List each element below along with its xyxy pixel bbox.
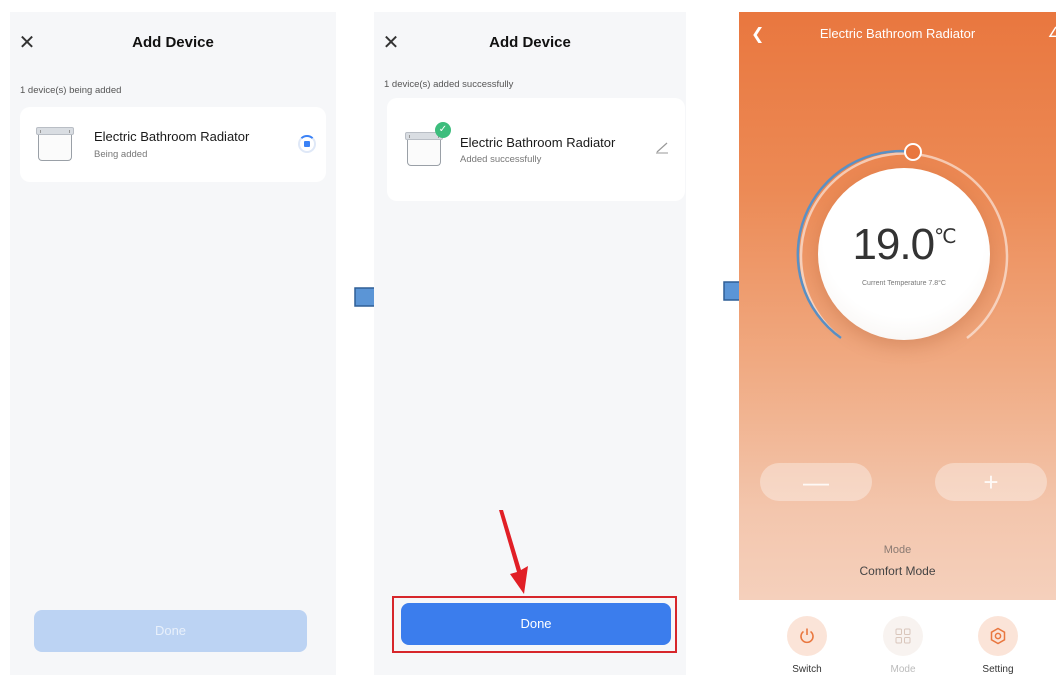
setting-label: Setting <box>982 664 1014 675</box>
set-temperature: 19.0℃ <box>852 220 956 269</box>
device-name: Electric Bathroom Radiator <box>94 129 250 144</box>
device-card[interactable]: ✓ Electric Bathroom Radiator Added succe… <box>387 98 685 201</box>
device-title: Electric Bathroom Radiator <box>819 26 976 41</box>
add-device-screen-adding: ✕ Add Device 1 device(s) being added Ele… <box>10 12 336 675</box>
mode-button[interactable]: Mode <box>873 616 933 675</box>
mode-bar-label: Mode <box>890 664 916 675</box>
decrease-button[interactable]: — <box>760 463 872 501</box>
power-icon <box>787 616 827 656</box>
setting-button[interactable]: Setting <box>968 616 1028 675</box>
mode-label: Mode <box>883 544 912 556</box>
edit-pencil-icon[interactable] <box>655 140 671 156</box>
device-name: Electric Bathroom Radiator <box>460 135 616 150</box>
dial-handle[interactable] <box>904 143 922 161</box>
gear-icon <box>978 616 1018 656</box>
device-status: Being added <box>94 149 148 160</box>
dial-face: 19.0℃ Current Temperature 7.8°C <box>818 168 990 340</box>
grid-icon <box>883 616 923 656</box>
temperature-dial[interactable]: 19.0℃ Current Temperature 7.8°C <box>794 143 1014 364</box>
increase-button[interactable]: + <box>935 463 1047 501</box>
mode-value: Comfort Mode <box>859 564 936 578</box>
radiator-icon <box>36 127 74 161</box>
device-status: Added successfully <box>460 154 542 165</box>
device-card[interactable]: Electric Bathroom Radiator Being added <box>20 107 326 182</box>
highlight-box <box>392 596 677 653</box>
success-status-text: 1 device(s) added successfully <box>384 79 514 90</box>
done-button-disabled: Done <box>34 610 307 652</box>
current-temperature: Current Temperature 7.8°C <box>862 280 946 287</box>
edit-icon[interactable]: ∠ <box>1047 24 1056 41</box>
radiator-icon <box>405 132 443 166</box>
page-title: Add Device <box>489 34 571 51</box>
loading-spinner-icon <box>298 135 316 153</box>
switch-label: Switch <box>792 664 822 675</box>
check-icon: ✓ <box>435 122 451 138</box>
device-control-screen: ❮ Electric Bathroom Radiator ∠ 19.0℃ Cur… <box>739 12 1056 675</box>
page-title: Add Device <box>132 34 214 51</box>
adding-status-text: 1 device(s) being added <box>20 85 122 96</box>
red-pointer-arrow-icon <box>499 510 528 594</box>
switch-button[interactable]: Switch <box>777 616 837 675</box>
